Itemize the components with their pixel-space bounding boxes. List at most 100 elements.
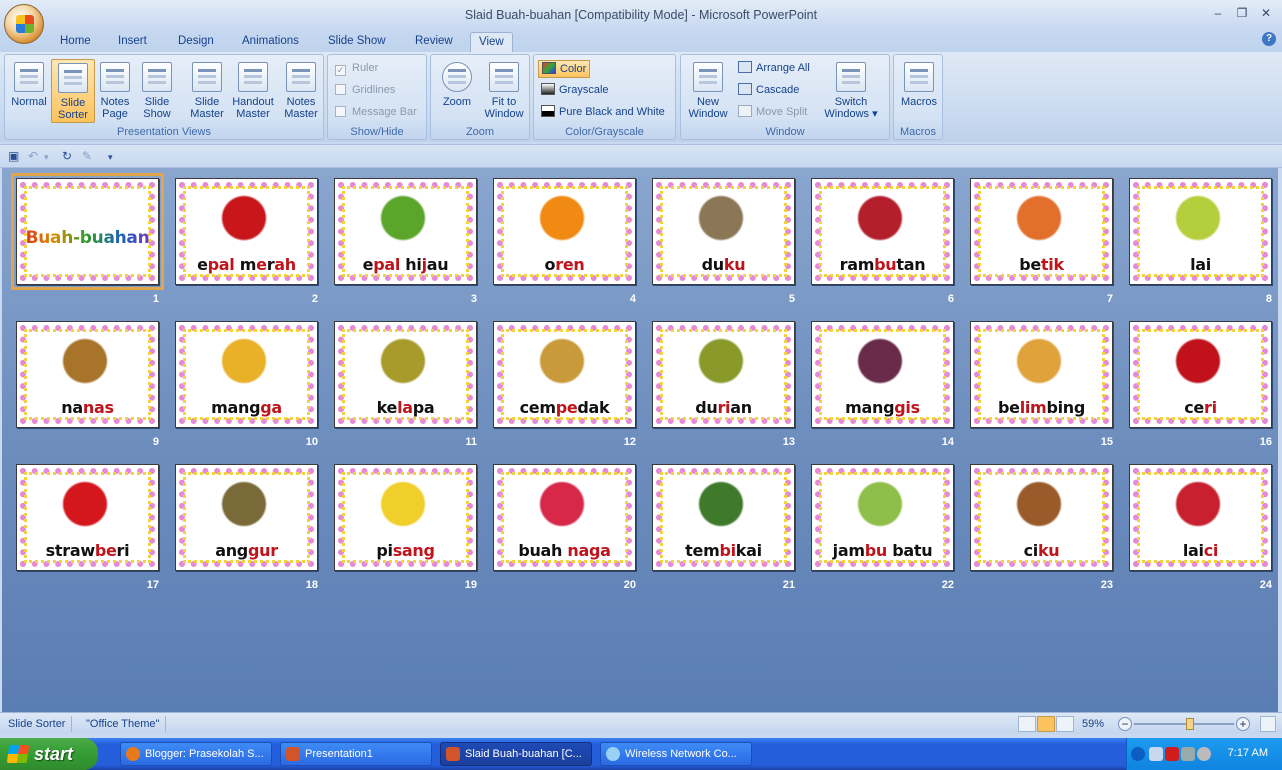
- slide-thumbnail[interactable]: manggis: [811, 321, 954, 428]
- switch-windows-icon: [836, 62, 866, 92]
- slide-fruit-name: pisang: [335, 541, 476, 560]
- pure-black-white-button[interactable]: Pure Black and White: [538, 104, 668, 122]
- tab-slide-show[interactable]: Slide Show: [320, 32, 394, 52]
- cascade-button[interactable]: Cascade: [735, 82, 802, 100]
- tab-review[interactable]: Review: [407, 32, 461, 52]
- slide-thumbnail[interactable]: durian: [652, 321, 795, 428]
- slide-thumbnail[interactable]: epal merah: [175, 178, 318, 285]
- zoom-in-button[interactable]: +: [1236, 717, 1250, 731]
- slide-sorter-view-icon[interactable]: [1037, 716, 1055, 732]
- slide-thumbnail[interactable]: belimbing: [970, 321, 1113, 428]
- slide-thumbnail[interactable]: rambutan: [811, 178, 954, 285]
- syllable: ri: [116, 541, 130, 560]
- slide-thumbnail[interactable]: pisang: [334, 464, 477, 571]
- zoom-slider[interactable]: [1134, 723, 1234, 725]
- slide-thumbnail[interactable]: lai: [1129, 178, 1272, 285]
- slide-number: 17: [146, 579, 159, 591]
- slide-number: 7: [1106, 293, 1113, 305]
- slide-thumbnail[interactable]: tembikai: [652, 464, 795, 571]
- slide-thumbnail[interactable]: kelapa: [334, 321, 477, 428]
- slide-thumbnail[interactable]: ciku: [970, 464, 1113, 571]
- fruit-picture: [844, 191, 924, 251]
- move-split-button[interactable]: Move Split: [735, 104, 810, 122]
- undo-icon[interactable]: ↶: [28, 149, 38, 163]
- repeat-icon[interactable]: ↻: [62, 149, 72, 163]
- zoom-out-button[interactable]: −: [1118, 717, 1132, 731]
- slide-thumbnail[interactable]: duku: [652, 178, 795, 285]
- handout-master-button[interactable]: Handout Master: [229, 59, 277, 123]
- slide-thumbnail[interactable]: Buah-buahan: [11, 173, 164, 290]
- start-button[interactable]: start: [0, 738, 98, 770]
- grayscale-button[interactable]: Grayscale: [538, 82, 612, 100]
- macros-button[interactable]: Macros: [897, 59, 941, 123]
- normal-view-icon[interactable]: [1018, 716, 1036, 732]
- undo-dropdown-icon[interactable]: ▾: [44, 152, 49, 163]
- taskbar-item-blogger[interactable]: Blogger: Prasekolah S...: [120, 742, 272, 766]
- slide-thumbnail[interactable]: oren: [493, 178, 636, 285]
- slide-thumbnail[interactable]: anggur: [175, 464, 318, 571]
- slide-sorter-button[interactable]: Slide Sorter: [51, 59, 95, 123]
- help-icon[interactable]: ?: [1262, 32, 1276, 46]
- slide-thumbnail[interactable]: nanas: [16, 321, 159, 428]
- zoom-slider-thumb[interactable]: [1186, 718, 1194, 730]
- tab-design[interactable]: Design: [170, 32, 222, 52]
- tab-insert[interactable]: Insert: [110, 32, 155, 52]
- volume-icon[interactable]: [1181, 747, 1195, 761]
- slide-sorter-pane[interactable]: Buah-buahan 1 epal merah 2 epal hijau 3 oren 4 d…: [2, 168, 1278, 712]
- tab-animations[interactable]: Animations: [234, 32, 307, 52]
- tab-home[interactable]: Home: [52, 32, 99, 52]
- normal-view-button[interactable]: Normal: [7, 59, 51, 123]
- save-icon[interactable]: ▣: [8, 149, 19, 163]
- notes-master-button[interactable]: Notes Master: [279, 59, 323, 123]
- color-button[interactable]: Color: [538, 60, 591, 78]
- office-button[interactable]: [4, 4, 44, 44]
- gridlines-checkbox[interactable]: Gridlines: [335, 84, 395, 96]
- slide-thumbnail[interactable]: strawberi: [16, 464, 159, 571]
- ruler-checkbox[interactable]: ✓ Ruler: [335, 62, 378, 76]
- slide-show-button[interactable]: Slide Show: [135, 59, 179, 123]
- fruit-picture: [1162, 191, 1242, 251]
- close-button[interactable]: ✕: [1256, 6, 1276, 22]
- cascade-icon: [738, 83, 752, 95]
- slide-thumbnail[interactable]: ceri: [1129, 321, 1272, 428]
- message-bar-checkbox[interactable]: Message Bar: [335, 106, 417, 118]
- fit-slide-icon[interactable]: [1260, 716, 1276, 732]
- slide-thumbnail[interactable]: epal hijau: [334, 178, 477, 285]
- network-icon[interactable]: [1149, 747, 1163, 761]
- zoom-level[interactable]: 59%: [1076, 716, 1110, 732]
- slide-number: 4: [629, 293, 636, 305]
- slide-thumbnail[interactable]: betik: [970, 178, 1113, 285]
- status-theme-name[interactable]: "Office Theme": [80, 716, 167, 732]
- syllable: bing: [1046, 398, 1086, 417]
- slide-fruit-name: rambutan: [812, 255, 953, 274]
- taskbar-item-wireless-network[interactable]: Wireless Network Co...: [600, 742, 752, 766]
- zoom-button[interactable]: Zoom: [435, 59, 479, 123]
- tray-app-icon[interactable]: [1197, 747, 1211, 761]
- slide-show-view-icon[interactable]: [1056, 716, 1074, 732]
- group-window: New Window Arrange All Cascade Move Spli…: [680, 54, 890, 140]
- syllable: ang: [215, 541, 248, 560]
- new-window-button[interactable]: New Window: [685, 59, 731, 123]
- tray-expand-icon[interactable]: [1131, 747, 1145, 761]
- minimize-button[interactable]: –: [1208, 6, 1228, 22]
- slide-fruit-name: lai: [1130, 255, 1271, 274]
- fit-to-window-button[interactable]: Fit to Window: [481, 59, 527, 123]
- slide-thumbnail[interactable]: laici: [1129, 464, 1272, 571]
- antivirus-icon[interactable]: [1165, 747, 1179, 761]
- slide-thumbnail[interactable]: mangga: [175, 321, 318, 428]
- switch-windows-button[interactable]: Switch Windows ▾: [821, 59, 881, 123]
- slide-master-button[interactable]: Slide Master: [185, 59, 229, 123]
- customize-qat-icon[interactable]: ▾: [108, 152, 113, 163]
- slide-thumbnail[interactable]: cempedak: [493, 321, 636, 428]
- tab-view[interactable]: View: [470, 32, 513, 52]
- restore-button[interactable]: ❐: [1232, 6, 1252, 22]
- format-painter-icon[interactable]: ✎: [82, 149, 92, 163]
- slide-thumbnail[interactable]: buah naga: [493, 464, 636, 571]
- taskbar-item-slaid-buah-buahan[interactable]: Slaid Buah-buahan [C...: [440, 742, 592, 766]
- taskbar-item-presentation1[interactable]: Presentation1: [280, 742, 432, 766]
- notes-page-icon: [100, 62, 130, 92]
- slide-thumbnail[interactable]: jambu batu: [811, 464, 954, 571]
- arrange-all-button[interactable]: Arrange All: [735, 60, 813, 78]
- slide-fruit-name: duku: [653, 255, 794, 274]
- notes-page-button[interactable]: Notes Page: [93, 59, 137, 123]
